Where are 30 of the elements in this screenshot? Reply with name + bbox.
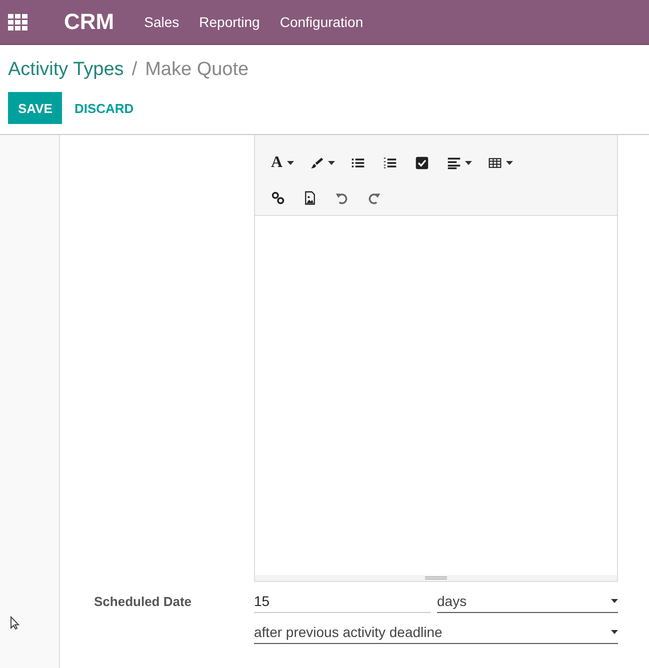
align-icon bbox=[446, 156, 461, 170]
menu-item[interactable]: Configuration bbox=[280, 14, 364, 30]
resize-handle[interactable] bbox=[255, 575, 617, 581]
checklist-icon bbox=[414, 156, 429, 170]
bullet-list-icon bbox=[350, 156, 365, 170]
delay-input-field[interactable]: 15 bbox=[254, 590, 431, 613]
menu-item[interactable]: Reporting bbox=[199, 14, 260, 30]
caret-icon bbox=[611, 630, 618, 634]
image-icon bbox=[303, 190, 317, 204]
breadcrumb-link[interactable]: Activity Types bbox=[8, 59, 124, 81]
unit-dropdown[interactable]: days bbox=[437, 590, 618, 613]
deadline-dropdown[interactable]: after previous activity deadline bbox=[254, 621, 618, 644]
apps-grid-icon[interactable] bbox=[8, 12, 28, 32]
mouse-pointer-icon bbox=[10, 616, 20, 630]
font-color-tool-button[interactable]: A bbox=[265, 150, 300, 176]
field-label: Scheduled Date bbox=[93, 593, 193, 611]
html-editor[interactable]: A bbox=[254, 135, 618, 582]
save-button[interactable]: SAVE bbox=[8, 92, 62, 124]
table-icon bbox=[488, 156, 502, 170]
number-list-icon bbox=[382, 156, 397, 170]
breadcrumb-current: Make Quote bbox=[145, 59, 249, 81]
undo-icon bbox=[335, 190, 349, 204]
caret-icon bbox=[611, 599, 618, 603]
discard-button[interactable]: DISCARD bbox=[64, 92, 144, 124]
link-icon bbox=[271, 190, 285, 204]
brush-icon bbox=[310, 156, 324, 170]
breadcrumb-separator: / bbox=[132, 59, 138, 81]
app-name: CRM bbox=[64, 9, 114, 35]
redo-icon bbox=[367, 190, 381, 204]
menu-item[interactable]: Sales bbox=[144, 14, 180, 30]
